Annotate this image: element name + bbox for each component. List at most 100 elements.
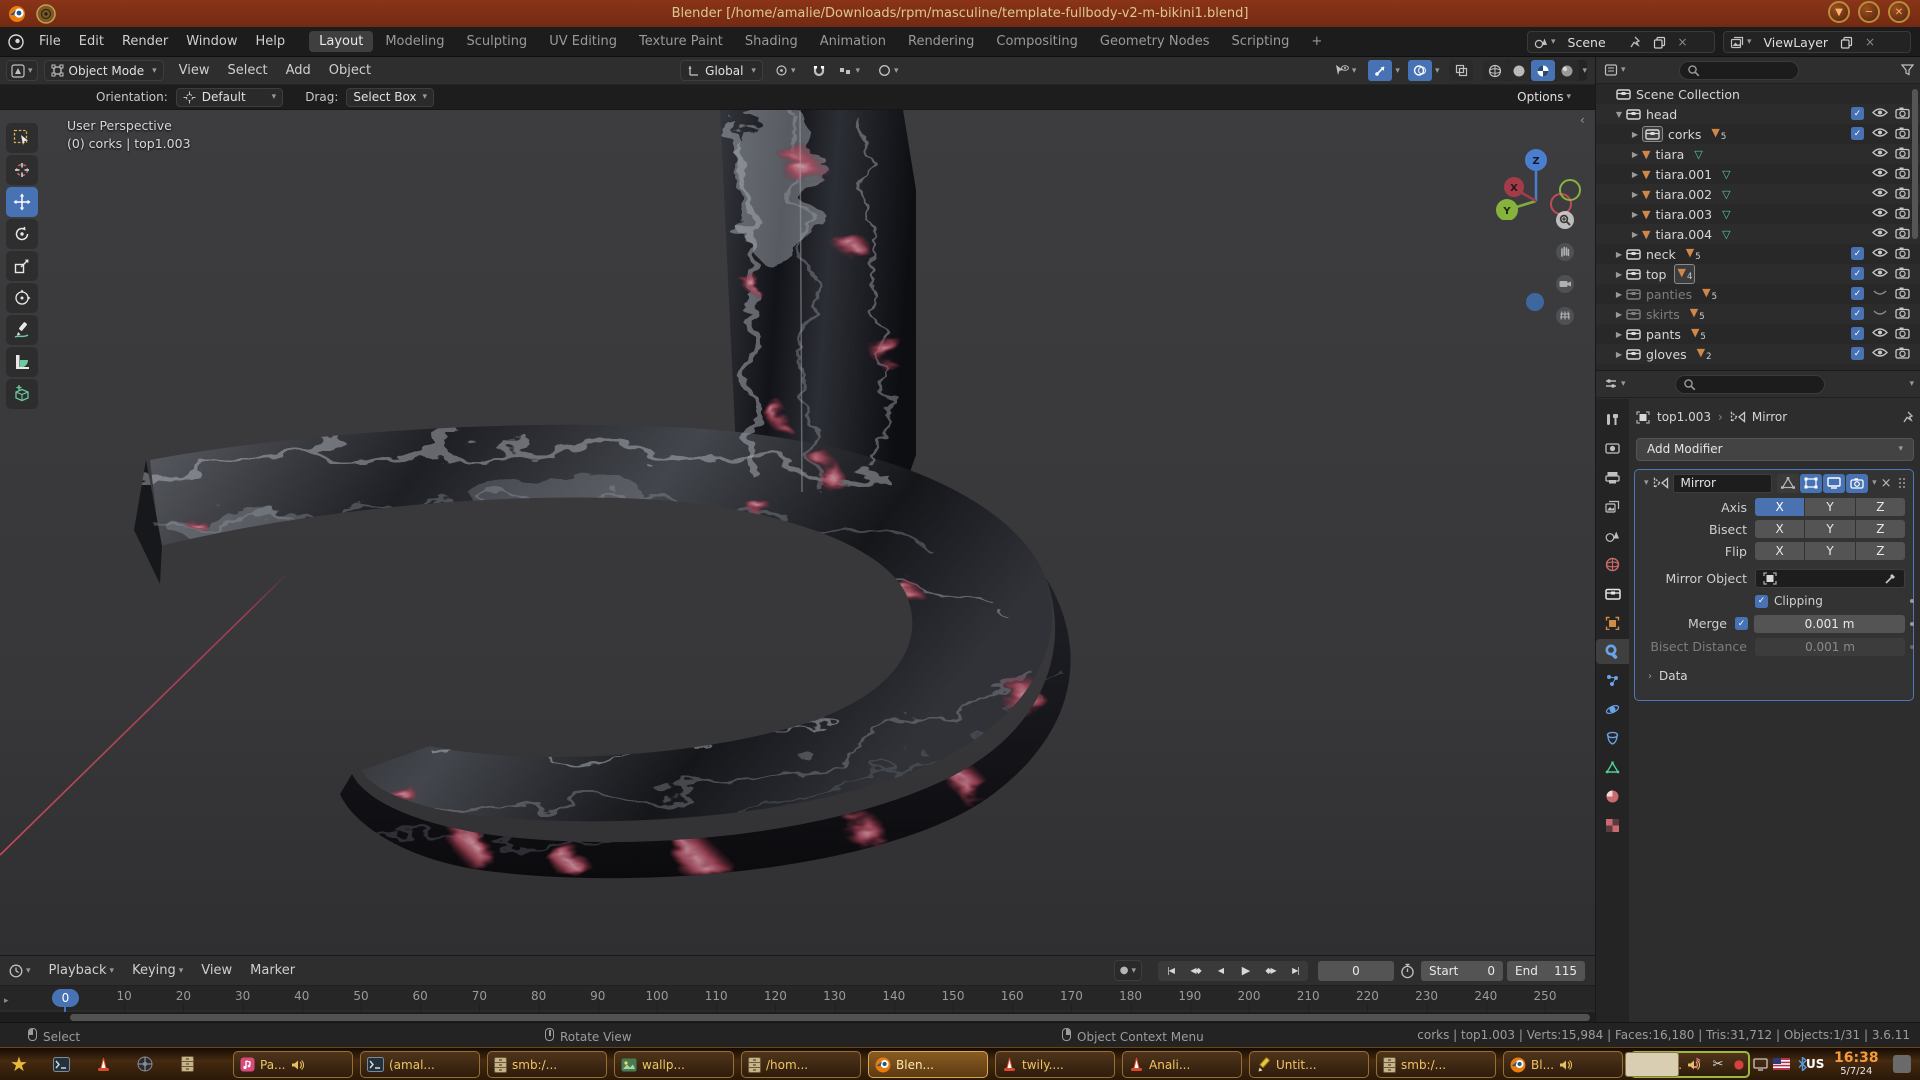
cursor-tool-button[interactable] (6, 155, 38, 185)
menu-help[interactable]: Help (247, 34, 295, 49)
move-tool-button[interactable] (6, 187, 38, 217)
shading-material-button[interactable] (1531, 60, 1555, 81)
eye-icon[interactable] (1872, 247, 1888, 258)
scene-browse[interactable]: ▾ (1528, 32, 1562, 52)
next-keyframe-button[interactable]: ◆▶ (1258, 961, 1283, 981)
properties-tab-collection[interactable] (1596, 581, 1629, 606)
snapping-toggle[interactable] (807, 60, 831, 81)
bisect-y-button[interactable]: Y (1805, 520, 1854, 538)
properties-tab-constraints[interactable] (1596, 726, 1629, 751)
camera-visibility-icon[interactable] (1895, 207, 1910, 219)
menu-edit[interactable]: Edit (70, 34, 113, 49)
menu-window[interactable]: Window (177, 34, 246, 49)
tray-record[interactable]: ● (1730, 1055, 1748, 1073)
annotate-tool-button[interactable] (6, 315, 38, 345)
realtime-display-toggle[interactable] (1823, 474, 1845, 493)
bisect-x-button[interactable]: X (1755, 520, 1804, 538)
add-cube-tool-button[interactable] (6, 379, 38, 409)
outliner-row-root[interactable]: Scene Collection (1596, 84, 1920, 104)
properties-tab-output[interactable] (1596, 465, 1629, 490)
axis-y-button[interactable]: Y (1805, 498, 1854, 516)
timeline-ruler[interactable]: 1020304050607080901001101201301401501601… (0, 986, 1595, 1010)
properties-tab-render[interactable] (1596, 436, 1629, 461)
outliner-row-top[interactable]: ▶top▼4✓ (1596, 264, 1920, 284)
expand-arrow[interactable]: ▶ (1628, 130, 1642, 139)
camera-visibility-icon[interactable] (1895, 127, 1910, 139)
shading-dropdown[interactable]: ▾ (1582, 66, 1587, 76)
eyedropper-icon[interactable] (1884, 572, 1897, 585)
properties-tab-particles[interactable] (1596, 668, 1629, 693)
shading-wireframe-button[interactable] (1483, 60, 1507, 81)
outliner-search-input[interactable] (1679, 61, 1799, 80)
properties-options-dropdown[interactable]: ▾ (1909, 379, 1914, 389)
outliner-row-corks[interactable]: ▶corks▼5✓ (1596, 124, 1920, 144)
outliner-scrollbar[interactable] (1912, 89, 1918, 239)
shading-rendered-button[interactable] (1555, 60, 1579, 81)
camera-visibility-icon[interactable] (1895, 267, 1910, 279)
expand-arrow[interactable]: ▼ (1612, 110, 1626, 119)
tab-animation[interactable]: Animation (810, 31, 896, 52)
current-frame-indicator[interactable]: 0 (52, 989, 79, 1007)
tab-texture-paint[interactable]: Texture Paint (629, 31, 733, 52)
expand-arrow[interactable]: ▶ (1612, 250, 1626, 259)
modifier-drag-handle[interactable] (1898, 477, 1908, 489)
drag-value-dropdown[interactable]: Select Box▾ (346, 88, 434, 107)
scale-tool-button[interactable] (6, 251, 38, 281)
viewport-menu-add[interactable]: Add (277, 63, 320, 78)
timeline-collapse-arrow[interactable]: ▸ (4, 996, 9, 1006)
task-button-8[interactable]: Untit... (1249, 1051, 1369, 1078)
camera-visibility-icon[interactable] (1895, 347, 1910, 359)
outliner-row-pants[interactable]: ▶pants▼5✓ (1596, 324, 1920, 344)
region-collapse-arrow[interactable]: ‹ (1580, 113, 1585, 127)
launcher-vlc[interactable] (90, 1051, 116, 1077)
outliner-row-gloves[interactable]: ▶gloves▼2✓ (1596, 344, 1920, 364)
preview-range-icon[interactable] (1400, 963, 1415, 979)
camera-visibility-icon[interactable] (1895, 227, 1910, 239)
tab-modeling[interactable]: Modeling (375, 31, 454, 52)
properties-tab-material[interactable] (1596, 784, 1629, 809)
pin-id-icon[interactable] (1901, 411, 1914, 424)
bisect-z-button[interactable]: Z (1856, 520, 1905, 538)
tray-flag-us[interactable] (1772, 1055, 1790, 1073)
outliner-row-tiara-001[interactable]: ▶▼tiara.001▽ (1596, 164, 1920, 184)
properties-tab-modifiers[interactable] (1596, 639, 1629, 664)
gizmo-negz-ball[interactable] (1526, 293, 1544, 311)
play-reverse-button[interactable]: ◀ (1208, 961, 1233, 981)
collapse-panel-arrow[interactable]: ▾ (1644, 478, 1649, 488)
exclude-checkbox[interactable]: ✓ (1851, 267, 1864, 280)
tab-shading[interactable]: Shading (735, 31, 808, 52)
task-button-3[interactable]: wallp... (614, 1051, 734, 1078)
timeline-menu-view[interactable]: View (192, 963, 241, 978)
launcher-cabinet[interactable] (174, 1051, 200, 1077)
task-button-10[interactable]: Bl... (1503, 1051, 1623, 1078)
launcher-menu-star[interactable]: ★ (6, 1051, 32, 1077)
timeline-editor-type[interactable]: ▾ (6, 960, 34, 981)
properties-editor-type[interactable]: ▾ (1602, 374, 1628, 395)
viewport-menu-object[interactable]: Object (320, 63, 380, 78)
task-button-5[interactable]: Blen... (868, 1051, 988, 1078)
orientation-value-dropdown[interactable]: Default▾ (176, 88, 283, 107)
task-button-1[interactable]: (amal... (360, 1051, 480, 1078)
tab-compositing[interactable]: Compositing (986, 31, 1088, 52)
flip-x-button[interactable]: X (1755, 542, 1804, 560)
gizmo-dropdown[interactable]: ▾ (1395, 66, 1400, 76)
select-box-tool-button[interactable] (6, 123, 38, 153)
camera-visibility-icon[interactable] (1895, 167, 1910, 179)
exclude-checkbox[interactable]: ✓ (1851, 327, 1864, 340)
menu-file[interactable]: File (30, 34, 70, 49)
properties-tab-view-layer[interactable] (1596, 494, 1629, 519)
keyboard-layout-indicator[interactable]: US (1806, 1057, 1824, 1071)
eye-icon[interactable] (1872, 347, 1888, 358)
outliner-row-tiara-002[interactable]: ▶▼tiara.002▽ (1596, 184, 1920, 204)
clock[interactable]: 16:38 5/7/24 (1834, 1050, 1879, 1077)
clipping-checkbox[interactable]: ✓ (1755, 595, 1768, 608)
camera-visibility-icon[interactable] (1895, 187, 1910, 199)
eye-icon[interactable] (1872, 187, 1888, 198)
task-button-4[interactable]: /hom... (741, 1051, 861, 1078)
properties-tab-texture[interactable] (1596, 813, 1629, 838)
eye-icon[interactable] (1872, 147, 1888, 158)
render-display-toggle[interactable] (1846, 474, 1868, 493)
tab-uv-editing[interactable]: UV Editing (539, 31, 627, 52)
data-subpanel[interactable]: › Data (1635, 664, 1913, 688)
filter-icon[interactable] (1901, 64, 1914, 76)
